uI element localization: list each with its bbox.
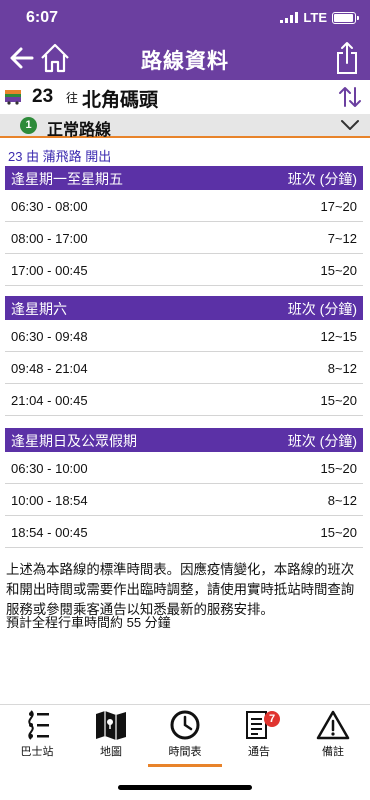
timetable-saturday: 逢星期六 班次 (分鐘) 06:30 - 09:48 12~15 09:48 -… <box>5 296 363 416</box>
service-notice: 上述為本路線的標準時間表。因應疫情變化，本路線的班次和開出時間或需要作出臨時調整… <box>6 562 355 617</box>
frequency-header: 班次 (分鐘) <box>287 433 357 449</box>
tab-timetable[interactable]: 時間表 <box>148 709 222 769</box>
time-range: 10:00 - 18:54 <box>11 493 88 508</box>
page-title: 路線資料 <box>141 50 229 73</box>
variant-label: 正常路線 <box>47 122 112 139</box>
tab-label: 通告 <box>248 746 270 758</box>
journey-time: 預計全程行車時間約 55 分鐘 <box>6 615 171 630</box>
active-tab-indicator <box>148 764 222 767</box>
share-icon[interactable] <box>334 41 360 75</box>
status-bar: 6:07 LTE <box>0 0 370 36</box>
frequency-header: 班次 (分鐘) <box>287 301 357 317</box>
warning-icon <box>316 710 350 740</box>
swap-direction-icon[interactable] <box>338 86 362 108</box>
bottom-tab-bar: 巴士站 地圖 時間表 7 通告 備註 <box>0 704 370 770</box>
timetable-title: 逢星期六 <box>11 301 67 317</box>
bus-stops-icon <box>28 710 49 740</box>
timetable-title: 逢星期一至星期五 <box>11 171 123 187</box>
time-range: 06:30 - 09:48 <box>11 329 88 344</box>
chevron-down-icon[interactable] <box>340 118 360 132</box>
status-indicators: LTE <box>280 10 359 25</box>
timetable-sunday-holiday: 逢星期日及公眾假期 班次 (分鐘) 06:30 - 10:00 15~20 10… <box>5 428 363 548</box>
home-indicator-area <box>0 770 370 800</box>
tab-remarks[interactable]: 備註 <box>296 709 370 769</box>
frequency-header: 班次 (分鐘) <box>287 171 357 187</box>
time-range: 18:54 - 00:45 <box>11 525 88 540</box>
battery-icon <box>332 11 359 24</box>
table-row: 18:54 - 00:45 15~20 <box>5 516 363 548</box>
timetable-weekdays: 逢星期一至星期五 班次 (分鐘) 06:30 - 08:00 17~20 08:… <box>5 166 363 286</box>
frequency: 15~20 <box>320 525 357 540</box>
tab-map[interactable]: 地圖 <box>74 709 148 769</box>
frequency: 15~20 <box>320 461 357 476</box>
frequency: 12~15 <box>320 329 357 344</box>
bus-icon <box>5 90 21 105</box>
table-row: 08:00 - 17:00 7~12 <box>5 222 363 254</box>
tab-label: 地圖 <box>100 746 122 758</box>
frequency: 7~12 <box>327 231 357 246</box>
navigation-bar: 路線資料 <box>0 36 370 80</box>
frequency: 15~20 <box>320 263 357 278</box>
frequency: 15~20 <box>320 393 357 408</box>
tab-label: 巴士站 <box>20 746 54 758</box>
signal-icon <box>280 12 299 23</box>
table-row: 10:00 - 18:54 8~12 <box>5 484 363 516</box>
clock-icon <box>170 710 200 740</box>
timetable-title: 逢星期日及公眾假期 <box>11 433 137 449</box>
table-row: 21:04 - 00:45 15~20 <box>5 384 363 416</box>
time-range: 06:30 - 10:00 <box>11 461 88 476</box>
network-label: LTE <box>303 10 327 25</box>
route-number: 23 <box>32 86 54 107</box>
time-range: 06:30 - 08:00 <box>11 199 88 214</box>
frequency: 17~20 <box>320 199 357 214</box>
status-time: 6:07 <box>26 9 59 26</box>
departure-note: 23 由 蒲飛路 開出 <box>8 149 112 164</box>
variant-badge: 1 <box>20 117 37 134</box>
time-range: 08:00 - 17:00 <box>11 231 88 246</box>
table-row: 17:00 - 00:45 15~20 <box>5 254 363 286</box>
map-icon <box>96 711 126 740</box>
table-row: 09:48 - 21:04 8~12 <box>5 352 363 384</box>
tab-label: 備註 <box>322 746 344 758</box>
timetable-header: 逢星期六 班次 (分鐘) <box>5 296 363 320</box>
table-row: 06:30 - 08:00 17~20 <box>5 190 363 222</box>
notice-count-badge: 7 <box>264 711 280 727</box>
frequency: 8~12 <box>327 493 357 508</box>
time-range: 21:04 - 00:45 <box>11 393 88 408</box>
tab-bus-stops[interactable]: 巴士站 <box>0 709 74 769</box>
tab-notices[interactable]: 7 通告 <box>222 709 296 769</box>
table-row: 06:30 - 09:48 12~15 <box>5 320 363 352</box>
home-indicator[interactable] <box>118 785 252 790</box>
table-row: 06:30 - 10:00 15~20 <box>5 452 363 484</box>
tab-label: 時間表 <box>168 746 202 758</box>
direction-prefix: 往 <box>66 91 79 105</box>
timetable-header: 逢星期日及公眾假期 班次 (分鐘) <box>5 428 363 452</box>
timetable-header: 逢星期一至星期五 班次 (分鐘) <box>5 166 363 190</box>
frequency: 8~12 <box>327 361 357 376</box>
time-range: 09:48 - 21:04 <box>11 361 88 376</box>
time-range: 17:00 - 00:45 <box>11 263 88 278</box>
route-variant-selector[interactable]: 1 正常路線 <box>0 114 370 139</box>
route-destination: 北角碼頭 <box>82 90 159 111</box>
route-header: 23 往 北角碼頭 <box>0 80 370 114</box>
